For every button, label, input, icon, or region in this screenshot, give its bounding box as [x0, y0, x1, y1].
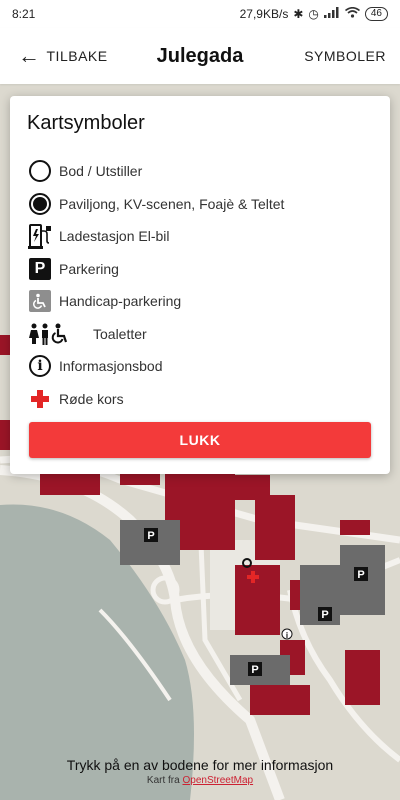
footer-hint: Trykk på en av bodene for mer informasjo…: [66, 757, 334, 773]
map-footer: Trykk på en av bodene for mer informasjo…: [0, 757, 400, 800]
info-icon: i: [29, 355, 51, 378]
filled-circle-icon: [29, 192, 51, 215]
map-parking-label: P: [321, 609, 328, 621]
legend-item: Paviljong, KV-scenen, Foajè & Teltet: [27, 188, 373, 221]
legend-item: Handicap-parkering: [27, 285, 373, 318]
back-label: TILBAKE: [46, 48, 108, 64]
alarm-icon: ◷: [308, 7, 319, 21]
building: [340, 520, 370, 535]
openstreetmap-link[interactable]: OpenStreetMap: [182, 775, 253, 786]
wifi-icon: [344, 6, 360, 21]
legend-label: Bod / Utstiller: [59, 163, 143, 180]
battery-indicator: 46: [364, 7, 388, 21]
credit-prefix: Kart fra: [146, 775, 180, 786]
building: [345, 650, 380, 705]
parking-icon: P: [29, 257, 51, 280]
toilet-icon: [27, 321, 73, 347]
map-credit: Kart fra OpenStreetMap: [0, 775, 400, 786]
legend-label: Informasjonsbod: [59, 358, 163, 375]
building: [0, 420, 10, 450]
status-bar: 8:21 27,9KB/s ✱ ◷ 46: [0, 0, 400, 28]
ev-charger-icon: [27, 223, 53, 250]
map-parking-label: P: [251, 664, 258, 676]
signal-icon: [323, 7, 340, 21]
legend-item: P Parkering: [27, 253, 373, 286]
back-button[interactable]: ← TILBAKE: [0, 28, 108, 84]
open-circle-icon: [29, 160, 51, 183]
legend-item: Røde kors: [27, 383, 373, 416]
legend-label: Handicap-parkering: [59, 293, 182, 310]
legend-label: Toaletter: [93, 325, 147, 342]
close-button[interactable]: LUKK: [29, 422, 371, 458]
symbols-button[interactable]: SYMBOLER: [304, 48, 400, 64]
legend-label: Røde kors: [59, 390, 124, 407]
legend-dialog: Kartsymboler Bod / Utstiller Paviljong, …: [10, 96, 390, 474]
map-parking-label: P: [147, 530, 154, 542]
back-arrow-icon: ←: [18, 43, 41, 68]
legend-label: Ladestasjon El-bil: [59, 228, 170, 245]
legend-label: Parkering: [59, 260, 119, 277]
bluetooth-icon: ✱: [293, 7, 304, 21]
red-cross-icon: [27, 386, 53, 412]
building: [255, 495, 295, 560]
dialog-title: Kartsymboler: [27, 112, 145, 134]
legend-item: Toaletter: [27, 318, 373, 351]
status-time: 8:21: [12, 7, 36, 21]
handicap-parking-icon: [29, 290, 51, 313]
net-speed: 27,9KB/s: [239, 7, 289, 21]
map-parking-label: P: [357, 569, 364, 581]
legend-item: i Informasjonsbod: [27, 350, 373, 383]
legend-item: Ladestasjon El-bil: [27, 220, 373, 253]
parking-lot: [120, 520, 180, 565]
map-info-label: i: [286, 631, 288, 640]
page-title: Julegada: [156, 44, 244, 67]
status-icons: 27,9KB/s ✱ ◷ 46: [239, 6, 388, 21]
app-bar: ← TILBAKE Julegada SYMBOLER: [0, 28, 400, 84]
legend-label: Paviljong, KV-scenen, Foajè & Teltet: [59, 195, 285, 212]
building: [250, 685, 310, 715]
legend-item: Bod / Utstiller: [27, 155, 373, 188]
